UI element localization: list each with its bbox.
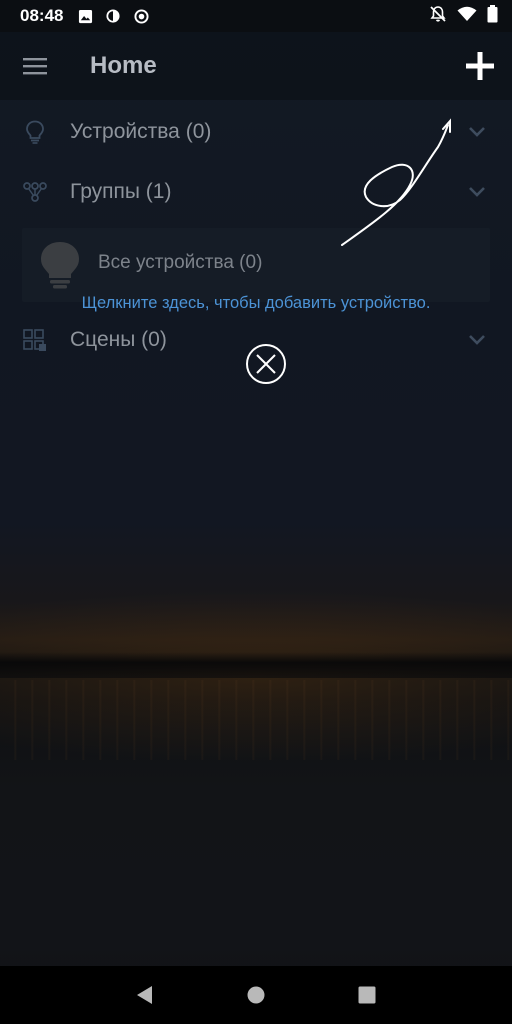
- section-devices[interactable]: Устройства (0): [0, 102, 512, 162]
- notifications-off-icon: [429, 5, 447, 28]
- system-navigation-bar: [0, 966, 512, 1024]
- lightbulb-icon: [22, 240, 98, 290]
- back-triangle-icon: [137, 986, 153, 1004]
- add-button[interactable]: [448, 32, 512, 100]
- group-item-name: Все устройства (0): [98, 252, 263, 273]
- section-groups-label: Группы (1): [70, 180, 172, 203]
- close-circle-button[interactable]: [245, 343, 287, 385]
- chevron-down-icon[interactable]: [442, 126, 512, 138]
- back-button[interactable]: [125, 975, 165, 1015]
- status-bar: 08:48: [0, 0, 512, 32]
- section-scenes-label: Сцены (0): [70, 328, 167, 351]
- wifi-icon: [457, 6, 477, 27]
- recents-button[interactable]: [347, 975, 387, 1015]
- record-icon: [133, 8, 149, 24]
- lightbulb-icon: [0, 120, 70, 144]
- page-title: Home: [90, 52, 157, 79]
- scenes-grid-icon: [0, 328, 70, 352]
- image-icon: [77, 8, 93, 24]
- section-devices-label: Устройства (0): [70, 120, 212, 143]
- chevron-down-icon[interactable]: [442, 186, 512, 198]
- app-bar: Home: [0, 32, 512, 100]
- battery-icon: [487, 4, 498, 28]
- hamburger-menu-icon: [23, 58, 47, 75]
- menu-button[interactable]: [0, 32, 70, 100]
- plus-icon: [466, 52, 494, 80]
- status-time: 08:48: [20, 6, 64, 25]
- contrast-icon: [105, 8, 121, 24]
- section-groups[interactable]: Группы (1): [0, 162, 512, 222]
- home-button[interactable]: [236, 975, 276, 1015]
- chevron-down-icon[interactable]: [442, 334, 512, 346]
- close-icon: [246, 344, 286, 384]
- recents-square-icon: [358, 986, 376, 1004]
- group-item-all-devices[interactable]: Все устройства (0): [22, 228, 490, 302]
- home-circle-icon: [247, 986, 265, 1004]
- group-nodes-icon: [0, 181, 70, 203]
- shoreline: [0, 652, 512, 678]
- water-reflection: [0, 680, 512, 760]
